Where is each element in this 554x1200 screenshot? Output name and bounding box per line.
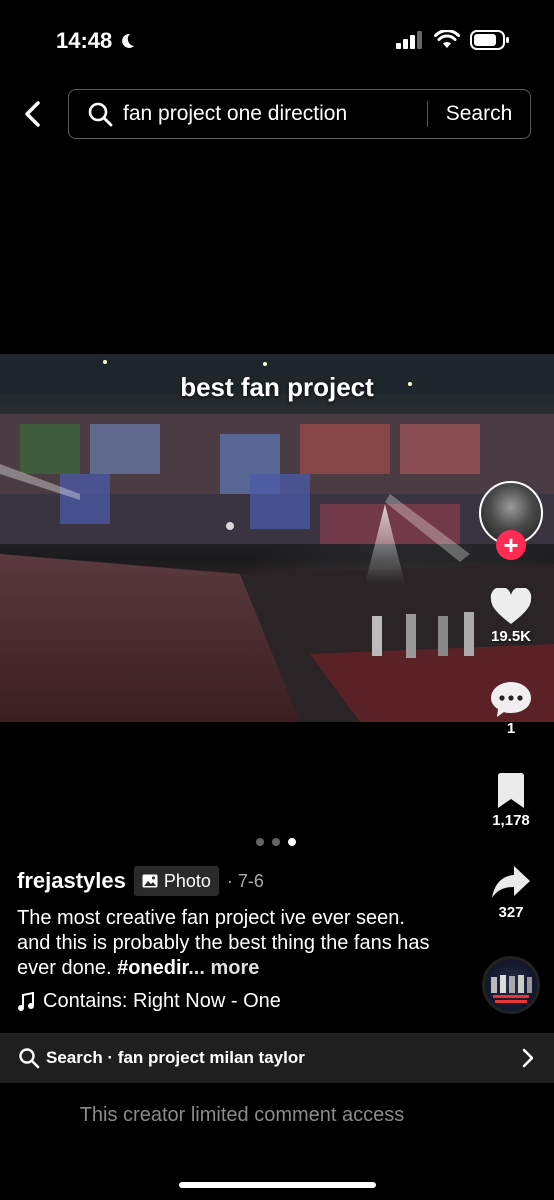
more-button[interactable]: more [210,957,259,979]
moon-icon [122,33,135,48]
status-time-text: 14:48 [56,28,113,53]
photo-pager [256,838,296,846]
photo-badge-label: Photo [163,870,211,891]
related-search-text: Search · fan project milan taylor [46,1048,305,1067]
pager-dot-active [288,838,296,846]
share-button[interactable]: 327 [480,862,542,921]
pager-dot [272,838,280,846]
home-indicator[interactable] [179,1182,376,1188]
search-button[interactable]: Search [428,102,530,126]
description-ellipsis: ... [188,957,205,979]
sound-label: Contains: Right Now - One [43,990,281,1012]
post-meta: frejastyles Photo · 7-6 [17,866,264,896]
search-icon [88,102,113,127]
album-art [491,975,532,1003]
comment-icon [491,682,531,717]
comment-access-notice: This creator limited comment access [79,1104,405,1126]
like-button[interactable]: 19.5K [480,588,542,645]
comment-count: 1 [506,720,516,737]
hashtag[interactable]: #onedir [117,957,188,979]
post-photo[interactable] [0,354,554,722]
post-date: · 7-6 [226,870,264,891]
share-count: 327 [498,904,524,921]
share-icon [492,866,530,898]
post-description[interactable]: The most creative fan project ive ever s… [17,906,437,981]
back-chevron-icon [25,101,40,127]
status-icons [396,30,510,50]
chevron-right-icon [522,1048,534,1068]
back-button[interactable] [16,96,48,132]
photo-icon [142,874,158,888]
pager-dot [256,838,264,846]
bookmark-button[interactable]: 1,178 [480,772,542,829]
music-note-icon [18,991,34,1011]
bookmark-icon [498,773,524,808]
creator-username[interactable]: frejastyles [17,868,126,894]
sound-row[interactable]: Contains: Right Now - One [17,990,307,1013]
like-count: 19.5K [490,628,532,645]
comment-button[interactable]: 1 [480,680,542,737]
search-icon [19,1048,40,1069]
search-bar[interactable]: fan project one direction Search [68,89,531,139]
heart-icon [490,588,532,624]
wifi-icon [434,30,460,48]
photo-image [0,354,554,722]
status-time: 14:48 [56,28,136,54]
bookmark-count: 1,178 [492,812,530,829]
battery-icon [470,30,509,50]
music-disc[interactable] [482,956,540,1014]
related-search-bar[interactable]: Search · fan project milan taylor [0,1033,554,1083]
search-input[interactable]: fan project one direction [123,102,427,126]
follow-button[interactable]: + [496,530,526,560]
photo-caption-overlay: best fan project [180,372,374,402]
photo-badge: Photo [133,866,219,896]
signal-icon [396,31,422,49]
